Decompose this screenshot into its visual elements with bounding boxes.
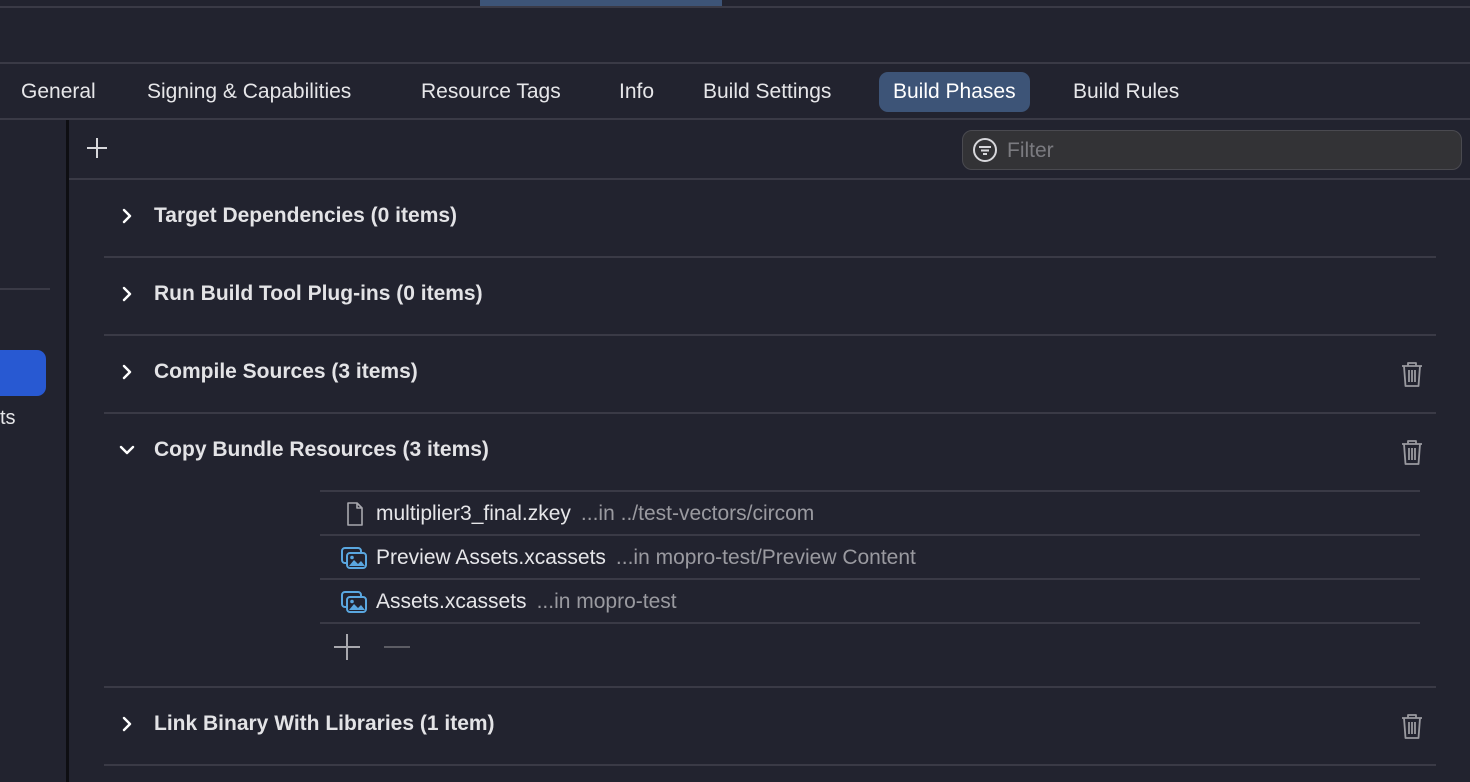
phase-header[interactable]: Compile Sources (3 items) [104,336,1436,412]
phase-title: Target Dependencies (0 items) [154,204,458,227]
build-phase-compile-sources: Compile Sources (3 items) [104,336,1436,414]
file-location: ...in mopro-test/Preview Content [615,546,916,569]
chevron-right-icon[interactable] [118,284,136,304]
tab-info[interactable]: Info [605,72,668,112]
editor-header [0,8,1470,64]
trash-icon[interactable] [1400,360,1424,388]
add-build-phase-button[interactable] [85,136,109,160]
document-icon [347,502,363,526]
sidebar-item-label[interactable]: ts [0,407,16,430]
file-name: multiplier3_final.zkey [376,502,571,525]
file-location: ...in ../test-vectors/circom [580,502,815,525]
phase-separator [104,764,1436,766]
build-phases-toolbar [69,120,1470,180]
sidebar-divider [0,288,50,290]
targets-sidebar: ts [0,120,69,782]
build-phase-copy-bundle-resources: Copy Bundle Resources (3 items) [104,414,1436,688]
file-name: Assets.xcassets [376,590,527,613]
build-phase-target-dependencies: Target Dependencies (0 items) [104,180,1436,258]
filter-field[interactable] [962,130,1462,171]
tab-general[interactable]: General [7,72,110,112]
tab-build-settings[interactable]: Build Settings [689,72,845,112]
trash-icon[interactable] [1400,712,1424,740]
file-list-separator [320,622,1420,624]
copy-bundle-resources-file-list: multiplier3_final.zkey ...in ../test-vect… [320,490,1420,660]
file-row[interactable]: Preview Assets.xcassets ...in mopro-test/… [320,534,1420,578]
trash-icon[interactable] [1400,438,1424,466]
selected-editor-tab-indicator[interactable] [480,0,722,6]
phase-header[interactable]: Link Binary With Libraries (1 item) [104,688,1436,764]
asset-catalog-icon [341,547,367,569]
phase-title: Run Build Tool Plug-ins (0 items) [154,282,483,305]
phase-title: Copy Bundle Resources (3 items) [154,438,489,461]
top-strip [0,0,1470,8]
build-phase-link-binary-with-libraries: Link Binary With Libraries (1 item) [104,688,1436,766]
phase-title: Link Binary With Libraries (1 item) [154,712,495,735]
build-phase-run-build-tool-plugins: Run Build Tool Plug-ins (0 items) [104,258,1436,336]
filter-input[interactable] [1005,131,1449,171]
add-file-button[interactable] [332,632,362,662]
phase-header[interactable]: Target Dependencies (0 items) [104,180,1436,256]
asset-catalog-icon [341,591,367,613]
file-location: ...in mopro-test [536,590,677,613]
sidebar-selected-target[interactable] [0,350,46,396]
file-name: Preview Assets.xcassets [376,546,606,569]
phase-header[interactable]: Run Build Tool Plug-ins (0 items) [104,258,1436,334]
filter-circle-icon [973,138,997,162]
chevron-right-icon[interactable] [118,206,136,226]
tab-build-rules[interactable]: Build Rules [1059,72,1193,112]
tab-build-phases[interactable]: Build Phases [879,72,1030,112]
phase-header[interactable]: Copy Bundle Resources (3 items) [104,414,1436,490]
tab-resource-tags[interactable]: Resource Tags [407,72,575,112]
tab-signing-capabilities[interactable]: Signing & Capabilities [133,72,365,112]
phase-title: Compile Sources (3 items) [154,360,418,383]
chevron-right-icon[interactable] [118,362,136,382]
target-editor-tabs: General Signing & Capabilities Resource … [0,64,1470,120]
file-row[interactable]: Assets.xcassets ...in mopro-test [320,578,1420,622]
file-row[interactable]: multiplier3_final.zkey ...in ../test-vect… [320,490,1420,534]
remove-file-button[interactable] [382,632,412,662]
chevron-down-icon[interactable] [118,440,136,460]
chevron-right-icon[interactable] [118,714,136,734]
